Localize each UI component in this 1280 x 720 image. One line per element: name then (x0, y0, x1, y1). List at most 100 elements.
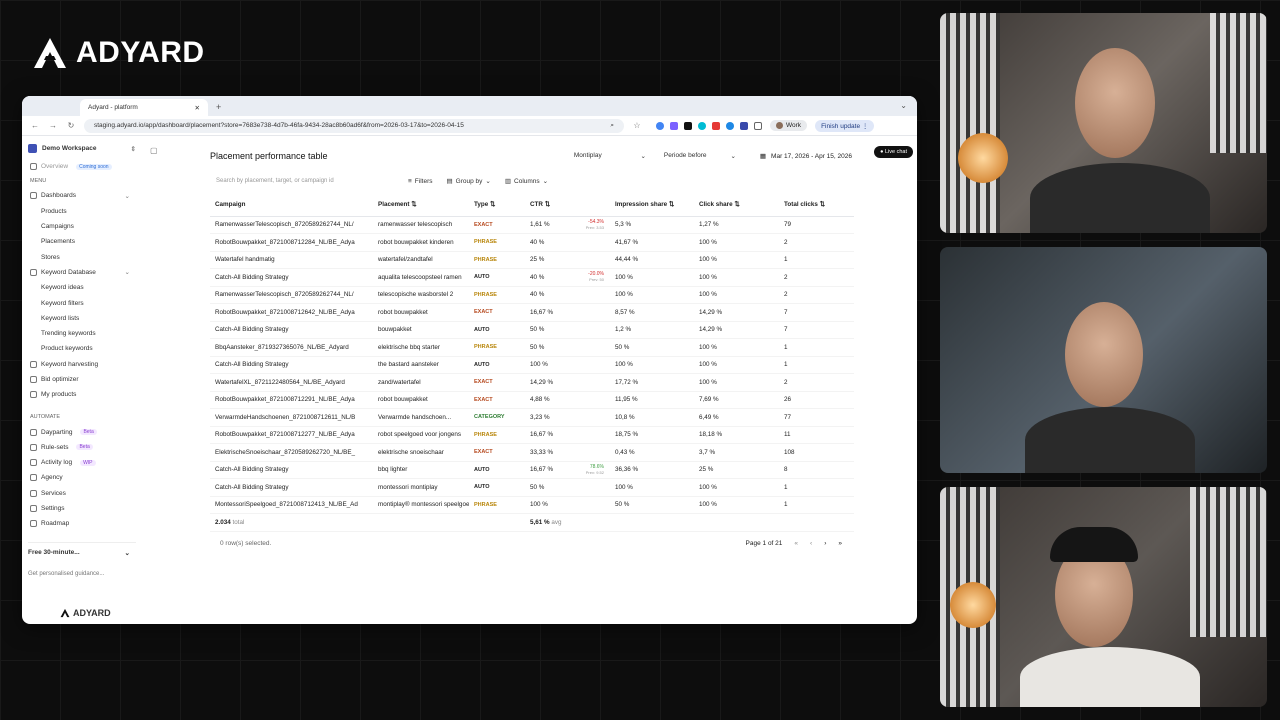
sidebar-item-activity-log[interactable]: Activity log WIP (28, 455, 136, 470)
table-row[interactable]: VerwarmdeHandschoenen_8721008712611_NL/B… (210, 408, 854, 427)
compare-select[interactable]: Periode before ⌄ (664, 152, 736, 160)
impression-share-cell: 18,75 % (610, 426, 694, 444)
header-click-share[interactable]: Click share ⇅ (694, 194, 779, 217)
next-page-icon[interactable]: › (824, 540, 826, 547)
table-row[interactable]: RobotBouwpakket_8721008712284_NL/BE_Adya… (210, 233, 854, 252)
ctr-cell-text: 16,67 % (530, 466, 554, 474)
type-cell: PHRASE (469, 251, 525, 269)
chevron-down-icon: ⌄ (124, 269, 130, 277)
extension-icon[interactable] (670, 121, 678, 130)
sidebar-item-keyword-ideas[interactable]: Keyword ideas (28, 280, 136, 295)
search-input[interactable]: Search by placement, target, or campaign… (210, 178, 394, 184)
extension-icon[interactable] (698, 121, 706, 130)
browser-tab[interactable]: Adyard - platform ✕ (80, 99, 208, 116)
extension-icon[interactable] (656, 121, 664, 130)
reload-icon[interactable]: ↻ (66, 121, 76, 130)
table-row[interactable]: Catch-All Bidding Strategy the bastard aa… (210, 356, 854, 374)
header-placement[interactable]: Placement ⇅ (373, 194, 469, 217)
table-row[interactable]: MontessoriSpeelgoed_8721008712413_NL/BE_… (210, 496, 854, 514)
extension-icon[interactable] (726, 121, 734, 130)
placement-cell: bbq lighter (373, 461, 469, 479)
sidebar-item-placements[interactable]: Placements (28, 234, 136, 249)
sidebar-item-stores[interactable]: Stores (28, 249, 136, 264)
table-row[interactable]: RobotBouwpakket_8721008712642_NL/BE_Adya… (210, 303, 854, 322)
first-page-icon[interactable]: « (794, 540, 798, 547)
live-chat-button[interactable]: ● Live chat (874, 146, 913, 158)
extension-icon[interactable] (740, 121, 748, 130)
url-field[interactable]: staging.adyard.io/app/dashboard/placemen… (84, 118, 624, 133)
date-range-picker[interactable]: ▦ Mar 17, 2026 - Apr 15, 2026 (760, 152, 852, 161)
table-row[interactable]: RobotBouwpakket_8721008712277_NL/BE_Adya… (210, 426, 854, 444)
columns-button[interactable]: ▥ Columns ⌄ (505, 177, 548, 186)
chevron-down-icon[interactable]: ⌄ (900, 101, 907, 110)
type-cell-text: EXACT (474, 449, 493, 456)
table-row[interactable]: Catch-All Bidding Strategy bouwpakket AUTO… (210, 321, 854, 339)
prev-page-icon[interactable]: ‹ (810, 540, 812, 547)
sort-icon[interactable]: ⇅ (820, 201, 825, 208)
filters-button[interactable]: ≡ Filters (408, 178, 433, 185)
total-clicks-cell-text: 2 (784, 291, 788, 299)
table-row[interactable]: RamenwasserTelescopisch_8720589262744_NL… (210, 286, 854, 304)
sidebar-item-keyword-lists[interactable]: Keyword lists (28, 311, 136, 326)
sidebar-item-products[interactable]: Products (28, 204, 136, 219)
table-row[interactable]: RobotBouwpakket_8721008712291_NL/BE_Adya… (210, 391, 854, 409)
header-campaign[interactable]: Campaign (210, 194, 373, 217)
table-row[interactable]: ElektrischeSnoeischaar_8720589262720_NL/… (210, 443, 854, 462)
sidebar-item-product-keywords[interactable]: Product keywords (28, 341, 136, 356)
sidebar-item-dashboards[interactable]: Dashboards ⌄ (28, 188, 136, 203)
sidebar-item-agency[interactable]: Agency (28, 470, 136, 485)
sidebar-item-my-products[interactable]: My products (28, 387, 136, 402)
click-share-cell-text: 7,69 % (699, 396, 719, 404)
extension-icon[interactable] (684, 121, 692, 130)
sort-icon[interactable]: ⇅ (411, 201, 416, 208)
puzzle-icon[interactable] (754, 121, 762, 130)
workspace-switcher[interactable]: Demo Workspace ⇕ (28, 144, 136, 153)
sidebar-item-services[interactable]: Services (28, 486, 136, 501)
table-row[interactable]: RamenwasserTelescopisch_8720589262744_NL… (210, 216, 854, 234)
adyard-logo-icon (34, 38, 66, 68)
sort-icon[interactable]: ⇅ (545, 201, 550, 208)
zoom-icon[interactable]: ⌕ (610, 122, 614, 130)
sidebar-item-trending-keywords[interactable]: Trending keywords (28, 326, 136, 341)
header-total-clicks[interactable]: Total clicks ⇅ (779, 194, 854, 217)
sidebar-item-keyword-harvesting[interactable]: Keyword harvesting (28, 357, 136, 372)
sidebar-item-dayparting[interactable]: Dayparting Beta (28, 424, 136, 439)
sort-icon[interactable]: ⇅ (734, 201, 739, 208)
close-tab-icon[interactable]: ✕ (195, 104, 200, 112)
back-icon[interactable]: ← (30, 121, 40, 130)
table-row[interactable]: BbqAansteker_8719327365076_NL/BE_Adyard e… (210, 338, 854, 357)
sidebar-item-settings[interactable]: Settings (28, 501, 136, 516)
chevron-down-icon[interactable]: ⌄ (125, 549, 130, 557)
table-row[interactable]: WatertafelXL_8721122480564_NL/BE_Adyard z… (210, 373, 854, 392)
store-select[interactable]: Montiplay ⌄ (574, 152, 646, 160)
table-row[interactable]: Catch-All Bidding Strategy aqualita teles… (210, 268, 854, 287)
sidebar-item-rule-sets[interactable]: Rule-sets Beta (28, 440, 136, 455)
new-tab-icon[interactable]: + (216, 102, 221, 112)
sidebar-item-roadmap[interactable]: Roadmap (28, 516, 136, 531)
header-type[interactable]: Type ⇅ (469, 194, 525, 217)
last-page-icon[interactable]: » (838, 540, 842, 547)
sidebar-item-keyword-filters[interactable]: Keyword filters (28, 295, 136, 310)
profile-button[interactable]: Work (770, 120, 808, 131)
header-label: Placement (378, 201, 410, 209)
table-row[interactable]: Catch-All Bidding Strategy montessori mon… (210, 478, 854, 497)
sort-icon[interactable]: ⇅ (669, 201, 674, 208)
header-ctr[interactable]: CTR ⇅ (525, 194, 610, 217)
forward-icon[interactable]: → (48, 121, 58, 130)
extension-icon[interactable] (712, 121, 720, 130)
sort-icon[interactable]: ⇅ (490, 201, 495, 208)
header-impression-share[interactable]: Impression share ⇅ (610, 194, 694, 217)
finish-update-button[interactable]: Finish update ⋮ (815, 119, 875, 132)
sidebar-item-overview[interactable]: Overview Coming soon (28, 159, 136, 174)
table-row[interactable]: Catch-All Bidding Strategy bbq lighter AUT… (210, 461, 854, 479)
sidebar-item-keyword-database[interactable]: Keyword Database ⌄ (28, 265, 136, 280)
bookmark-star-icon[interactable]: ☆ (632, 121, 642, 130)
table-row[interactable]: Watertafel handmatig watertafel/zandtafel… (210, 251, 854, 269)
sidebar-item-bid-optimizer[interactable]: Bid optimizer (28, 372, 136, 387)
ctr-cell: 50 % (525, 338, 610, 357)
click-share-cell: 25 % (694, 461, 779, 479)
promo-subtitle: Get personalised guidance... (28, 570, 105, 577)
promo-card[interactable]: Free 30-minute... ⌄ Get personalised gui… (28, 541, 136, 577)
sidebar-item-campaigns[interactable]: Campaigns (28, 219, 136, 234)
group-by-button[interactable]: ▤ Group by ⌄ (447, 177, 491, 186)
